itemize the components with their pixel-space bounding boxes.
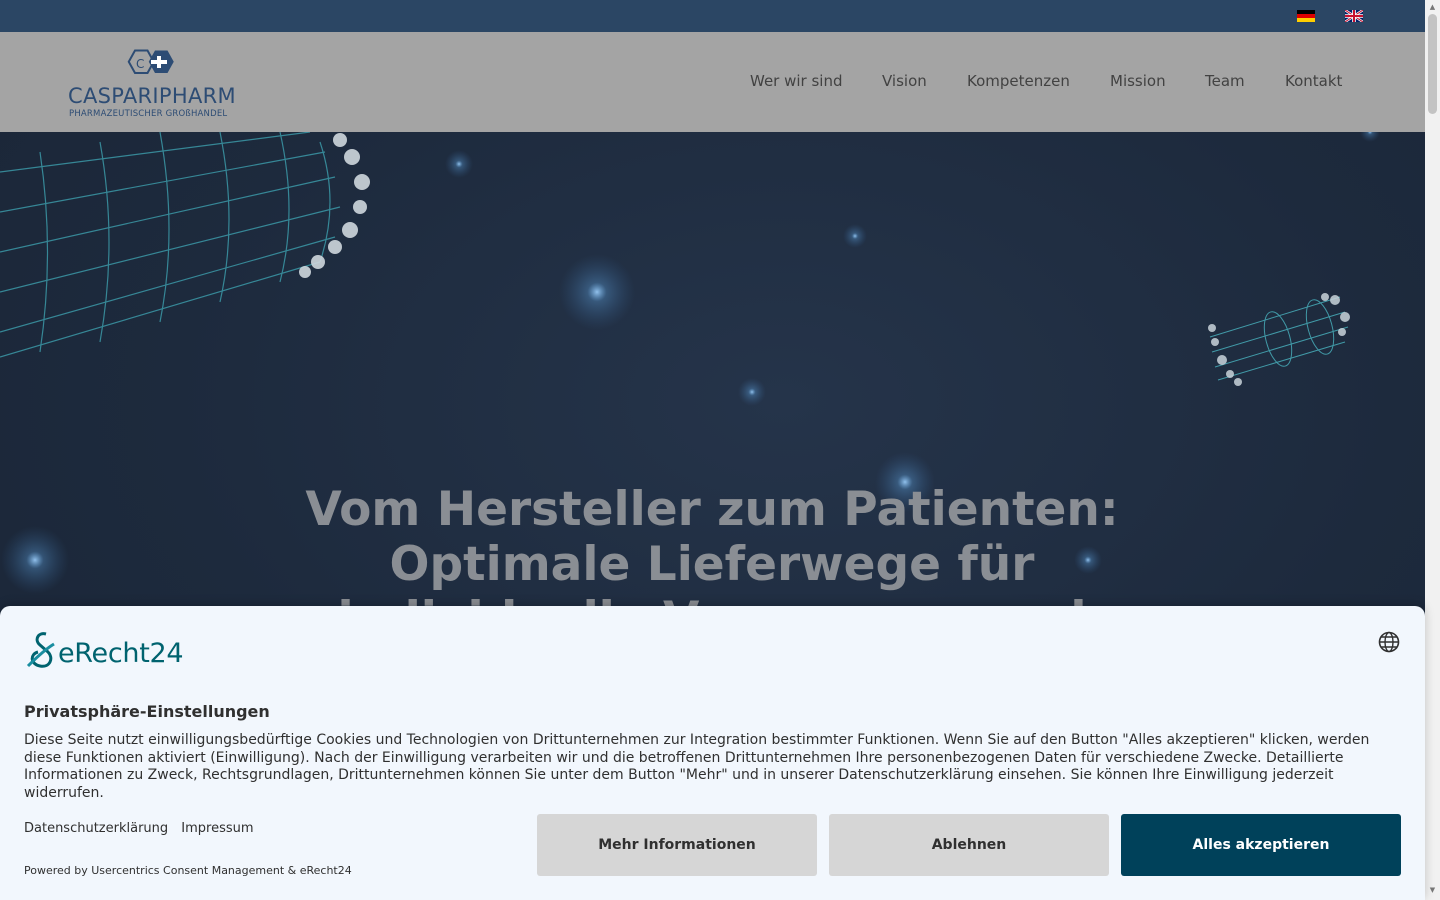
- nav-item-vision[interactable]: Vision: [882, 72, 927, 90]
- consent-description: Diese Seite nutzt einwilligungsbedürftig…: [24, 732, 1370, 801]
- consent-title: Privatsphäre-Einstellungen: [24, 702, 270, 721]
- hero-title-line-1: Vom Hersteller zum Patienten:: [305, 482, 1119, 537]
- nav-item-team[interactable]: Team: [1205, 72, 1245, 90]
- accept-all-button[interactable]: Alles akzeptieren: [1121, 814, 1401, 876]
- language-bar: [0, 0, 1425, 32]
- powered-by-text: Powered by Usercentrics Consent Manageme…: [24, 864, 352, 877]
- erecht24-ampersand-icon: [26, 632, 55, 668]
- consent-links: Datenschutzerklärung Impressum: [24, 821, 263, 836]
- main-nav: Wer wir sind Vision Kompetenzen Mission …: [0, 72, 1425, 92]
- nav-item-wer-wir-sind[interactable]: Wer wir sind: [750, 72, 843, 90]
- erecht24-logo[interactable]: eRecht24: [24, 630, 204, 670]
- svg-text:C: C: [136, 57, 144, 71]
- imprint-link[interactable]: Impressum: [181, 821, 253, 836]
- cookie-consent-banner: eRecht24 Privatsphäre-Einstellungen Dies…: [0, 606, 1425, 900]
- nav-item-kontakt[interactable]: Kontakt: [1285, 72, 1342, 90]
- globe-icon[interactable]: [1378, 631, 1400, 653]
- scroll-up-arrow-icon[interactable]: ▲: [1428, 3, 1437, 11]
- de-flag-icon[interactable]: [1297, 10, 1315, 22]
- nav-item-mission[interactable]: Mission: [1110, 72, 1166, 90]
- erecht24-brand: eRecht24: [58, 638, 184, 669]
- logo-subtitle: PHARMAZEUTISCHER GROßHANDEL: [69, 109, 228, 119]
- page-scrollbar[interactable]: ▲ ▼: [1425, 0, 1440, 900]
- deny-button[interactable]: Ablehnen: [829, 814, 1109, 876]
- nav-item-kompetenzen[interactable]: Kompetenzen: [967, 72, 1070, 90]
- site-header: C CASPARIPHARM PHARMAZEUTISCHER GROßHAND…: [0, 32, 1425, 132]
- gb-flag-icon[interactable]: [1345, 10, 1363, 22]
- scroll-down-arrow-icon[interactable]: ▼: [1428, 886, 1437, 894]
- more-info-button[interactable]: Mehr Informationen: [537, 814, 817, 876]
- scroll-thumb[interactable]: [1428, 14, 1437, 114]
- hero-title-line-2: Optimale Lieferwege für: [389, 537, 1035, 592]
- privacy-policy-link[interactable]: Datenschutzerklärung: [24, 821, 168, 836]
